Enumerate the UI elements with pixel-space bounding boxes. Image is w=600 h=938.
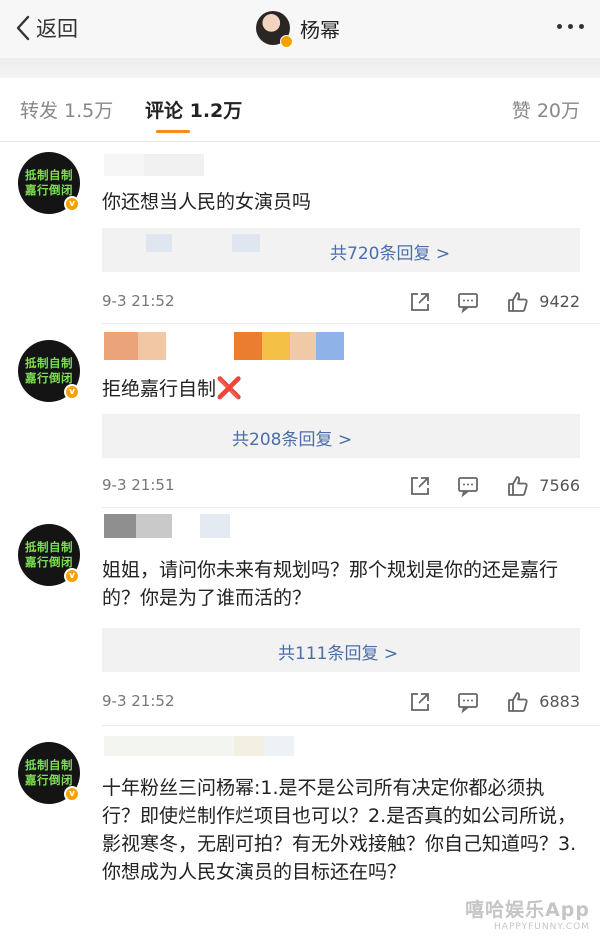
top-bar: 返回 杨幂 — [0, 0, 600, 58]
comment-item: 抵制自制 嘉行倒闭 v 姐姐，请问你未来有规划吗？那个规划是你的还是嘉行的？你是… — [0, 508, 600, 726]
share-icon[interactable] — [408, 474, 432, 498]
verified-badge-icon: v — [64, 384, 80, 400]
verified-badge-icon: v — [64, 196, 80, 212]
back-label: 返回 — [36, 17, 78, 41]
blurred-band — [0, 58, 600, 78]
comment-meta: 9-3 21:52 9422 — [102, 288, 580, 316]
share-icon[interactable] — [408, 690, 432, 714]
comment-item: 抵制自制 嘉行倒闭 v 你还想当人民的女演员吗 共720条回复 > 9-3 21… — [0, 142, 600, 324]
verified-badge-icon: v — [64, 786, 80, 802]
page-title: 杨幂 — [300, 17, 340, 42]
like-count: 9422 — [539, 292, 580, 311]
comment-time: 9-3 21:52 — [102, 692, 175, 710]
blurred-username — [104, 332, 344, 360]
reply-count-link[interactable]: 共208条回复 > — [232, 425, 352, 450]
like-count: 6883 — [539, 692, 580, 711]
commenter-avatar[interactable]: 抵制自制 嘉行倒闭 v — [18, 742, 80, 804]
reply-box[interactable]: 共111条回复 > — [102, 628, 580, 672]
comment-icon[interactable] — [456, 290, 480, 314]
comment-item: 抵制自制 嘉行倒闭 v 十年粉丝三问杨幂:1.是不是公司所有决定你都必须执行？即… — [0, 726, 600, 938]
watermark: 嘻哈娱乐App HAPPYFUNNY.COM — [465, 899, 590, 932]
chevron-left-icon — [16, 15, 30, 41]
thumbs-up-icon[interactable] — [506, 690, 530, 714]
comment-icon[interactable] — [456, 474, 480, 498]
tab-repost[interactable]: 转发 1.5万 — [20, 96, 113, 123]
active-tab-indicator — [156, 130, 190, 133]
thumbs-up-icon[interactable] — [506, 474, 530, 498]
verified-badge-icon — [280, 35, 293, 48]
comment-time: 9-3 21:51 — [102, 476, 175, 494]
comment-text: 你还想当人民的女演员吗 — [102, 191, 312, 213]
more-options-icon[interactable] — [557, 24, 584, 29]
tab-comments[interactable]: 评论 1.2万 — [145, 96, 242, 123]
cross-mark-icon: ❌ — [216, 376, 243, 400]
blurred-username — [104, 736, 294, 758]
share-icon[interactable] — [408, 290, 432, 314]
commenter-avatar[interactable]: 抵制自制 嘉行倒闭 v — [18, 152, 80, 214]
comment-time: 9-3 21:52 — [102, 292, 175, 310]
reply-count-link[interactable]: 共111条回复 > — [278, 639, 398, 664]
comment-meta: 9-3 21:51 7566 — [102, 472, 580, 500]
comment-text: 姐姐，请问你未来有规划吗？那个规划是你的还是嘉行的？你是为了谁而活的？ — [102, 559, 559, 609]
tab-bar: 转发 1.5万 评论 1.2万 赞 20万 — [0, 78, 600, 142]
commenter-avatar[interactable]: 抵制自制 嘉行倒闭 v — [18, 340, 80, 402]
comment-text: 拒绝嘉行自制❌ — [102, 376, 243, 400]
reply-count-link[interactable]: 共720条回复 > — [330, 239, 450, 264]
reply-box[interactable]: 共720条回复 > — [102, 228, 580, 272]
comment-item: 抵制自制 嘉行倒闭 v 拒绝嘉行自制❌ 共208条回复 > 9-3 21:51 … — [0, 324, 600, 508]
avatar[interactable] — [256, 11, 293, 48]
page-title-group[interactable]: 杨幂 — [256, 10, 340, 48]
commenter-avatar[interactable]: 抵制自制 嘉行倒闭 v — [18, 524, 80, 586]
blurred-username — [104, 514, 230, 538]
blurred-username — [104, 154, 204, 176]
like-count: 7566 — [539, 476, 580, 495]
thumbs-up-icon[interactable] — [506, 290, 530, 314]
tab-likes[interactable]: 赞 20万 — [512, 96, 580, 123]
back-button[interactable]: 返回 — [14, 12, 78, 44]
comment-icon[interactable] — [456, 690, 480, 714]
comment-text: 十年粉丝三问杨幂:1.是不是公司所有决定你都必须执行？即使烂制作烂项目也可以？2… — [102, 777, 577, 883]
comment-meta: 9-3 21:52 6883 — [102, 688, 580, 716]
reply-box[interactable]: 共208条回复 > — [102, 414, 580, 458]
verified-badge-icon: v — [64, 568, 80, 584]
